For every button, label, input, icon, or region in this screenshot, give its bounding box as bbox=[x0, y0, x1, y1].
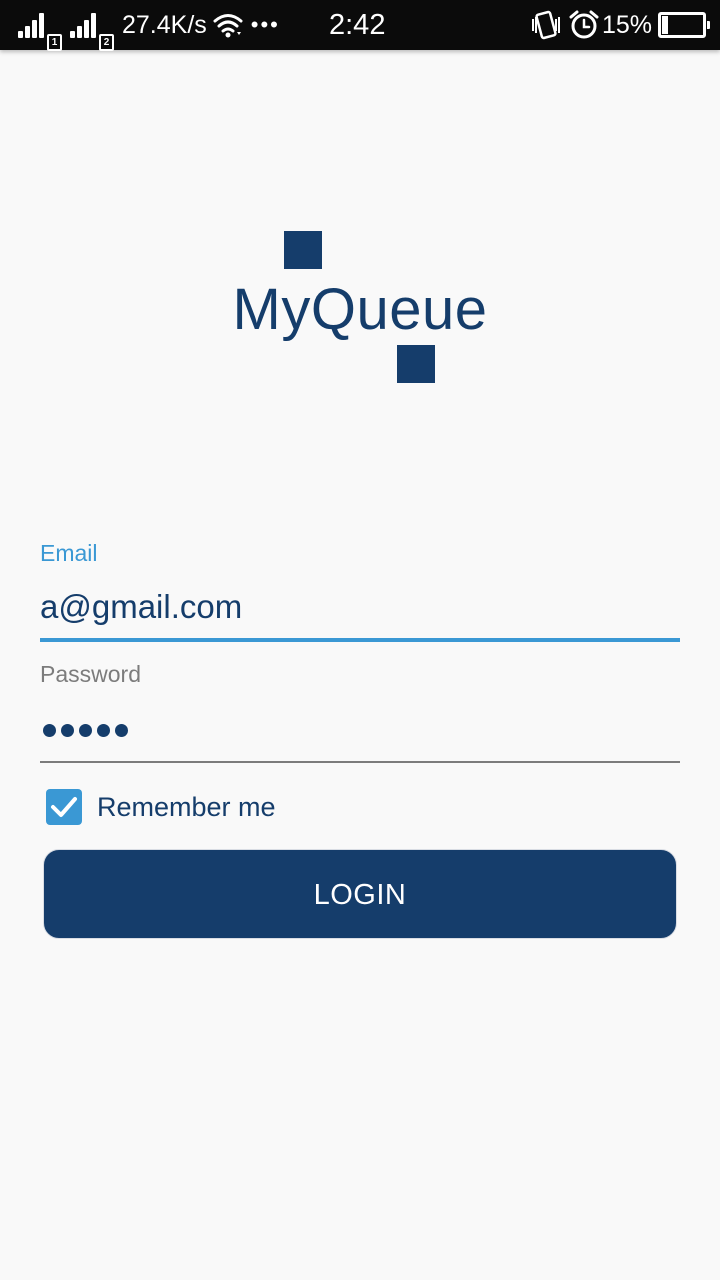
more-notifications-indicator: ••• bbox=[250, 12, 280, 37]
wifi-icon bbox=[213, 14, 243, 38]
status-bar-right: 15% bbox=[530, 0, 710, 50]
email-input[interactable] bbox=[40, 587, 680, 627]
battery-level-fill bbox=[662, 16, 668, 34]
logo-square-top bbox=[284, 231, 322, 269]
vibrate-icon bbox=[531, 10, 560, 40]
email-label: Email bbox=[40, 540, 98, 566]
battery-percent: 15% bbox=[601, 10, 652, 39]
login-button[interactable]: LOGIN bbox=[43, 849, 677, 939]
app-logo: MyQueue bbox=[220, 226, 500, 386]
status-bar-left: 1 2 27.4K/s ••• bbox=[18, 0, 280, 51]
battery-icon bbox=[658, 12, 710, 38]
password-field-group: Password bbox=[40, 661, 680, 763]
network-speed: 27.4K/s bbox=[122, 10, 207, 39]
password-underline bbox=[40, 761, 680, 763]
sim1-badge: 1 bbox=[47, 34, 62, 51]
email-field-group: Email bbox=[40, 540, 680, 642]
checkmark-icon bbox=[51, 797, 77, 817]
alarm-icon bbox=[569, 10, 599, 39]
status-time: 2:42 bbox=[329, 9, 386, 41]
password-mask-dot bbox=[79, 723, 92, 737]
signal-icon bbox=[18, 12, 46, 38]
sim2-badge: 2 bbox=[99, 34, 114, 51]
password-mask-dot bbox=[43, 723, 56, 737]
password-mask-dot bbox=[97, 723, 110, 737]
password-mask-dot bbox=[61, 723, 74, 737]
app-logo-text: MyQueue bbox=[232, 277, 488, 342]
password-label: Password bbox=[40, 661, 141, 687]
remember-me-checkbox[interactable] bbox=[46, 789, 82, 825]
remember-me-row[interactable]: Remember me bbox=[46, 787, 276, 827]
email-underline bbox=[40, 638, 680, 642]
password-mask-dot bbox=[115, 723, 128, 737]
logo-square-bottom bbox=[397, 345, 435, 383]
password-input[interactable] bbox=[40, 710, 680, 750]
signal-icon bbox=[70, 12, 98, 38]
status-bar: 1 2 27.4K/s ••• 2:42 15% bbox=[0, 0, 720, 51]
remember-me-label: Remember me bbox=[97, 791, 276, 822]
